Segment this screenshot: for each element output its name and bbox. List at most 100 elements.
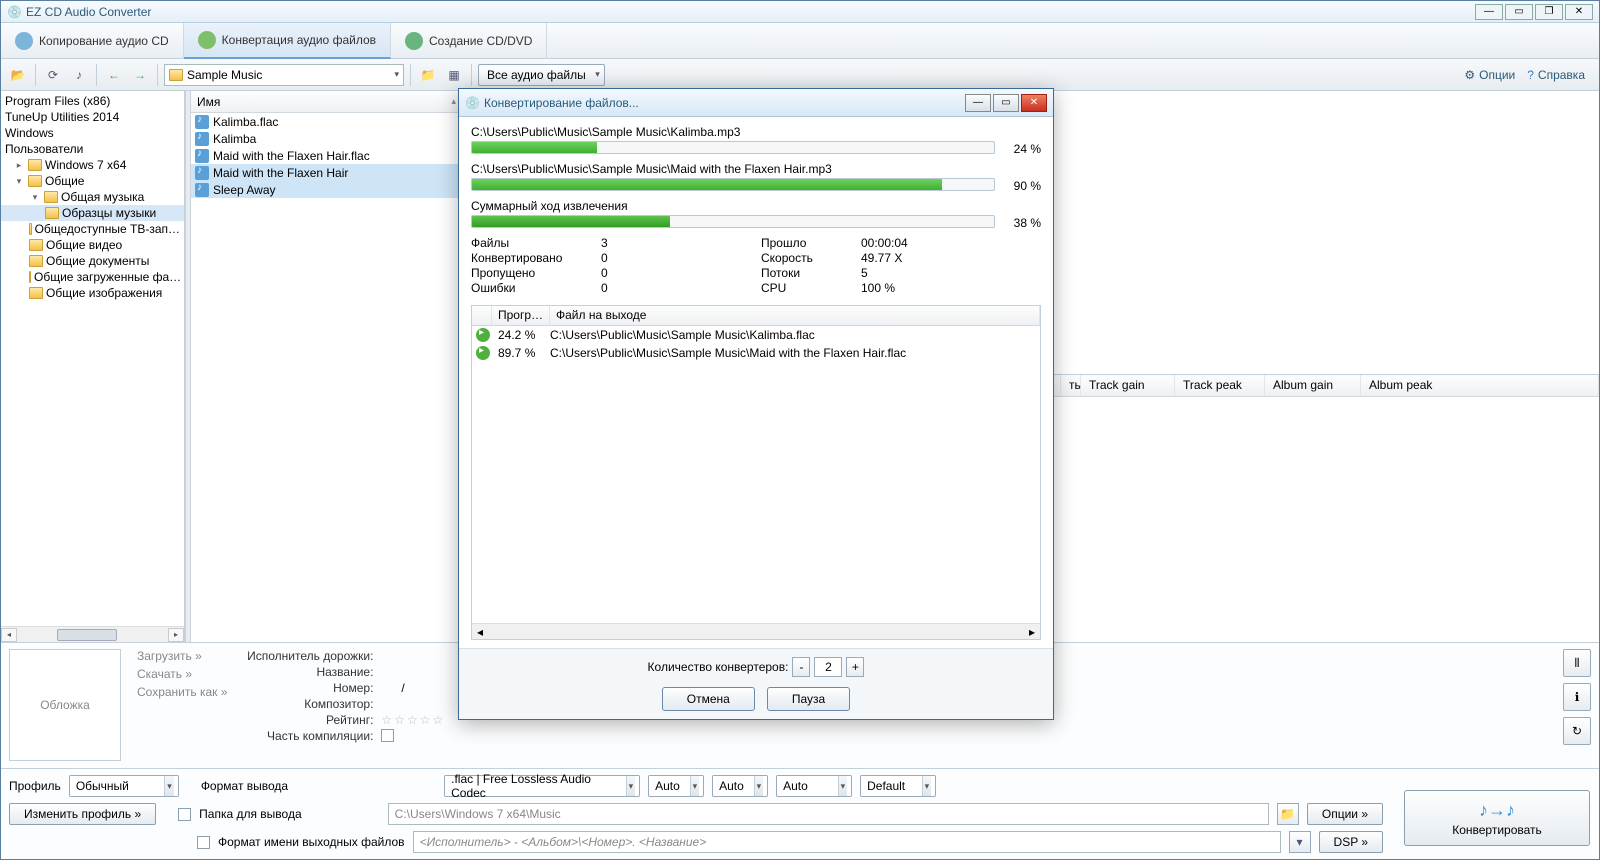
file-row-selected[interactable]: Maid with the Flaxen Hair (191, 164, 462, 181)
output-options-button[interactable]: Опции » (1307, 803, 1383, 825)
file-row-selected[interactable]: Sleep Away (191, 181, 462, 198)
output-row[interactable]: 89.7 %C:\Users\Public\Music\Sample Music… (472, 344, 1040, 362)
output-folder-input[interactable]: C:\Users\Windows 7 x64\Music (388, 803, 1269, 825)
audio-icon (195, 149, 209, 163)
edit-profile-button[interactable]: Изменить профиль » (9, 803, 156, 825)
tree-item-selected[interactable]: Образцы музыки (1, 205, 184, 221)
restore-button[interactable]: ❐ (1535, 4, 1563, 20)
col-track-peak[interactable]: Track peak (1175, 375, 1265, 396)
folder-icon (44, 191, 58, 203)
stats-grid: Файлы3Прошло00:00:04 Конвертировано0Скор… (471, 236, 1041, 295)
total-progress (471, 215, 995, 228)
cover-art[interactable]: Обложка (9, 649, 121, 761)
pause-button[interactable]: Пауза (767, 687, 850, 711)
auto2-select[interactable]: Auto (712, 775, 768, 797)
audio-icon (195, 115, 209, 129)
tab-convert-audio[interactable]: Конвертация аудио файлов (184, 23, 391, 59)
list-scrollbar[interactable]: ◂▸ (472, 623, 1040, 639)
auto3-select[interactable]: Auto (776, 775, 852, 797)
tab-copy-cd[interactable]: Копирование аудио CD (1, 23, 184, 59)
name-format-input[interactable]: <Исполнитель> - <Альбом>\<Номер>. <Назва… (413, 831, 1281, 853)
col-track-gain[interactable]: Track gain (1081, 375, 1175, 396)
address-bar[interactable]: Sample Music ▾ (164, 64, 404, 86)
col-partial[interactable]: ть (1061, 375, 1081, 396)
dialog-minimize[interactable]: — (965, 94, 991, 112)
tree-item[interactable]: ▾Общая музыка (1, 189, 184, 205)
maximize-button[interactable]: ▭ (1505, 4, 1533, 20)
disc-icon (15, 32, 33, 50)
col-output[interactable]: Файл на выходе (550, 306, 1040, 325)
dialog-close[interactable]: ✕ (1021, 94, 1047, 112)
dsp-button[interactable]: DSP » (1319, 831, 1383, 853)
format-select[interactable]: .flac | Free Lossless Audio Codec (444, 775, 640, 797)
spin-value[interactable]: 2 (814, 657, 842, 677)
output-row[interactable]: 24.2 %C:\Users\Public\Music\Sample Music… (472, 326, 1040, 344)
tree-item[interactable]: Общие документы (1, 253, 184, 269)
open-button[interactable]: 📂 (7, 64, 29, 86)
tree-item[interactable]: Общие изображения (1, 285, 184, 301)
folder-icon (28, 175, 42, 187)
audio-icon (195, 132, 209, 146)
tree-item[interactable]: Windows (1, 125, 184, 141)
collapse-icon[interactable]: ▾ (13, 175, 25, 187)
help-link[interactable]: ?Справка (1527, 68, 1585, 82)
file-list-header[interactable]: Имя▴ (191, 91, 462, 113)
browse-folder-button[interactable]: 📁 (1277, 803, 1299, 825)
file-row[interactable]: Maid with the Flaxen Hair.flac (191, 147, 462, 164)
number-label: Номер: (243, 681, 373, 695)
dialog-titlebar[interactable]: 💿 Конвертирование файлов... — ▭ ✕ (459, 89, 1053, 117)
download-cover-link[interactable]: Скачать » (137, 667, 227, 681)
composer-label: Композитор: (243, 697, 373, 711)
minimize-button[interactable]: — (1475, 4, 1503, 20)
file-row[interactable]: Kalimba (191, 130, 462, 147)
refresh-button[interactable]: ⟳ (42, 64, 64, 86)
tree-item[interactable]: Общие загруженные фа… (1, 269, 184, 285)
tab-create-cd[interactable]: Создание CD/DVD (391, 23, 547, 59)
titlebar[interactable]: 💿 EZ CD Audio Converter — ▭ ❐ ✕ (1, 1, 1599, 23)
saveas-cover-link[interactable]: Сохранить как » (137, 685, 227, 699)
cancel-button[interactable]: Отмена (662, 687, 755, 711)
load-cover-link[interactable]: Загрузить » (137, 649, 227, 663)
tree-item[interactable]: TuneUp Utilities 2014 (1, 109, 184, 125)
sync-button[interactable]: ↻ (1563, 717, 1591, 745)
name-format-label: Формат имени выходных файлов (218, 835, 405, 849)
convert-button[interactable]: ♪→♪ Конвертировать (1404, 790, 1590, 846)
expand-icon[interactable]: ▸ (13, 159, 25, 171)
compilation-checkbox[interactable] (381, 729, 394, 742)
name-format-menu[interactable]: ▾ (1289, 831, 1311, 853)
auto1-select[interactable]: Auto (648, 775, 704, 797)
up-button[interactable]: 📁 (417, 64, 439, 86)
profile-select[interactable]: Обычный (69, 775, 179, 797)
file-filter[interactable]: Все аудио файлы (478, 64, 605, 86)
rating-stars[interactable]: ☆☆☆☆☆ (381, 713, 445, 727)
tree-scrollbar[interactable]: ◂▸ (1, 626, 184, 642)
waveform-button[interactable]: ⫴ (1563, 649, 1591, 677)
forward-button[interactable]: → (129, 64, 151, 86)
music-icon[interactable]: ♪ (68, 64, 90, 86)
file-row[interactable]: Kalimba.flac (191, 113, 462, 130)
col-progress[interactable]: Прогр… (492, 306, 550, 325)
col-album-gain[interactable]: Album gain (1265, 375, 1361, 396)
tree-item[interactable]: Общедоступные ТВ-зап… (1, 221, 184, 237)
dialog-maximize[interactable]: ▭ (993, 94, 1019, 112)
tree-item[interactable]: ▸Windows 7 x64 (1, 157, 184, 173)
options-link[interactable]: ⚙Опции (1464, 68, 1515, 82)
tree-item[interactable]: Program Files (x86) (1, 93, 184, 109)
default-select[interactable]: Default (860, 775, 936, 797)
tree-item[interactable]: Пользователи (1, 141, 184, 157)
spin-up[interactable]: + (846, 657, 864, 677)
spin-down[interactable]: - (792, 657, 810, 677)
converters-label: Количество конвертеров: (648, 660, 789, 674)
tree-item[interactable]: ▾Общие (1, 173, 184, 189)
output-folder-checkbox[interactable] (178, 808, 191, 821)
tree-item[interactable]: Общие видео (1, 237, 184, 253)
info-button[interactable]: ℹ (1563, 683, 1591, 711)
collapse-icon[interactable]: ▾ (29, 191, 41, 203)
col-album-peak[interactable]: Album peak (1361, 375, 1599, 396)
view-button[interactable]: ▦ (443, 64, 465, 86)
back-button[interactable]: ← (103, 64, 125, 86)
close-button[interactable]: ✕ (1565, 4, 1593, 20)
name-format-checkbox[interactable] (197, 836, 210, 849)
profile-label: Профиль (9, 779, 61, 793)
folder-icon (29, 239, 43, 251)
